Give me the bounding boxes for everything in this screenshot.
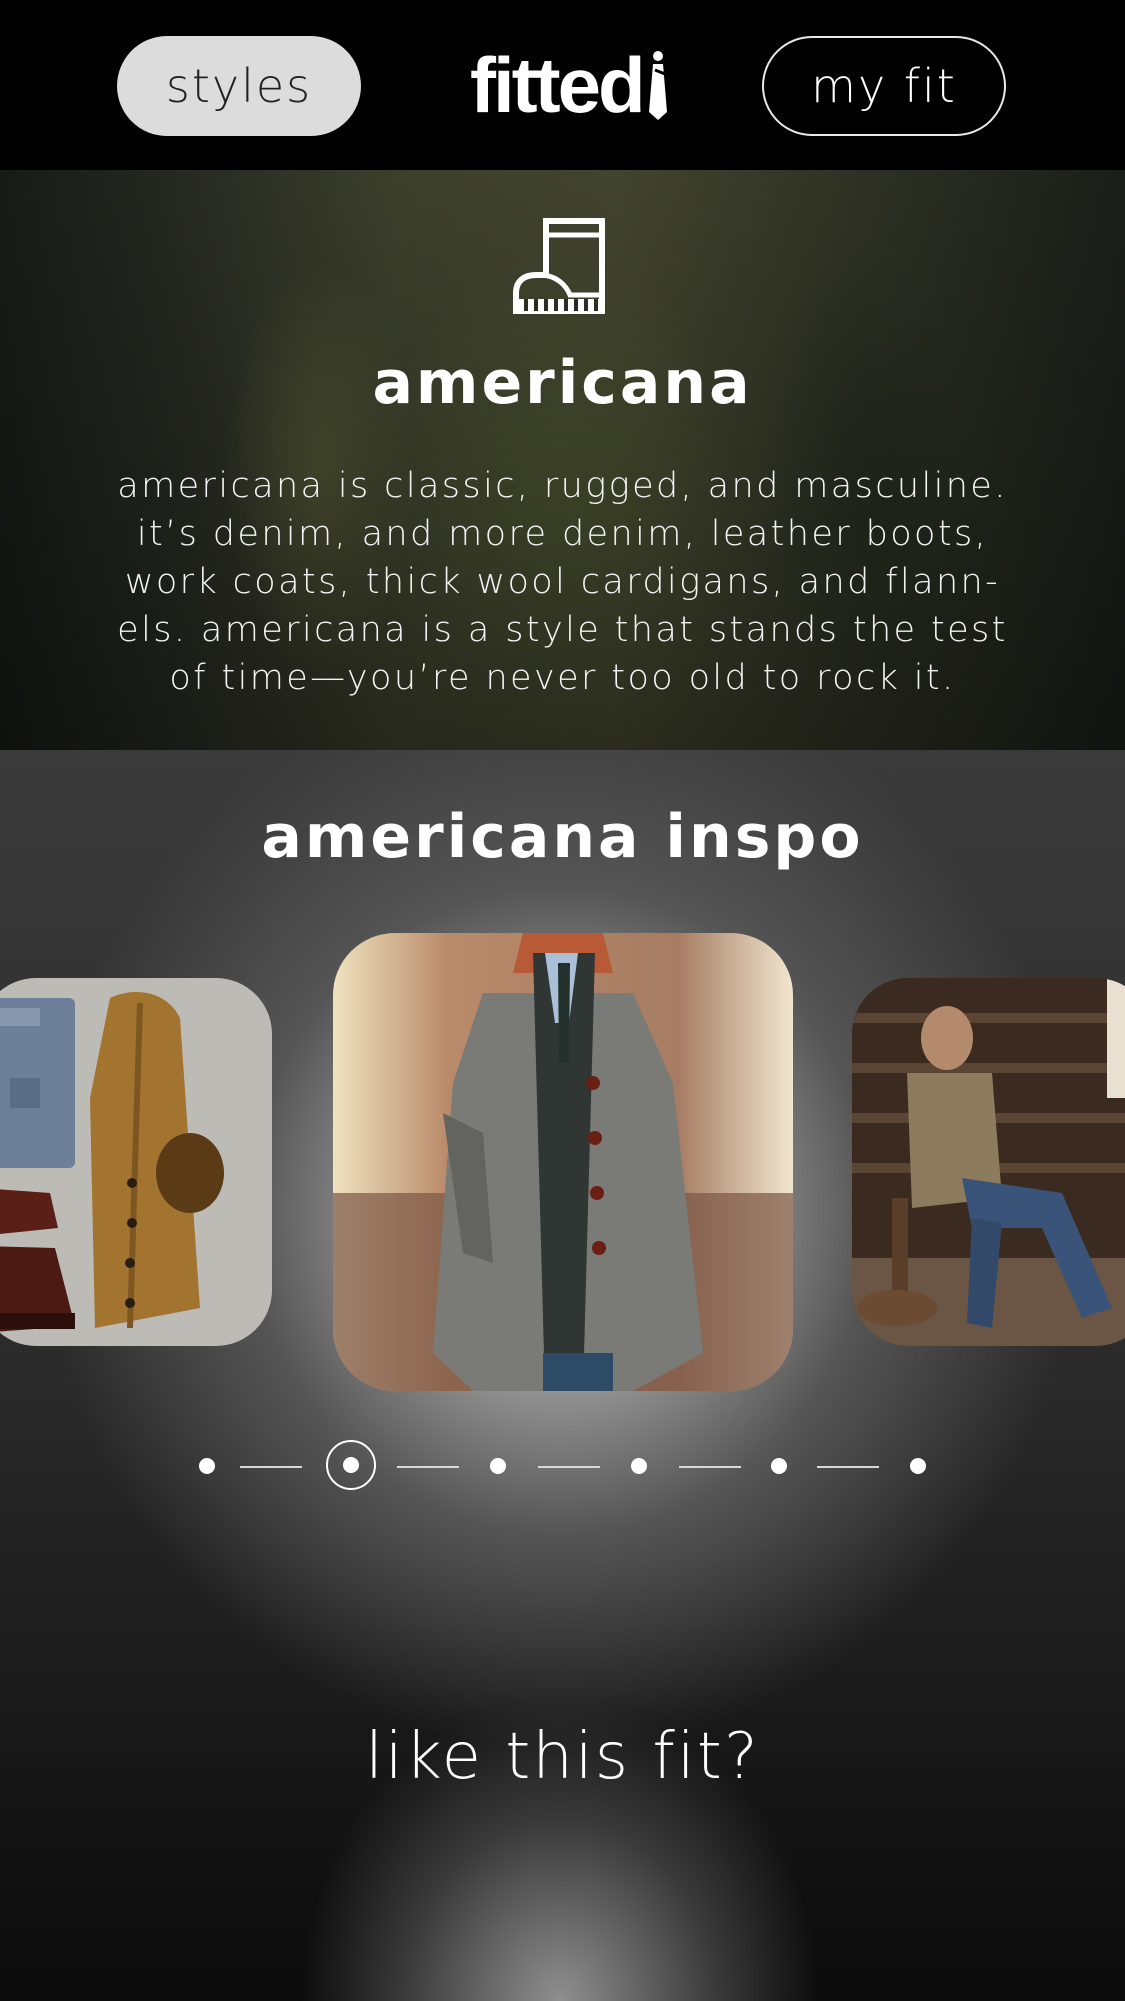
flat-lay-image [0,978,272,1346]
inspo-section: americana inspo like this fit? [0,750,1125,2001]
top-bar: styles fitted my fit [0,0,1125,170]
pager-connector [679,1466,741,1468]
seated-man-image [852,978,1125,1346]
inspo-card-flat-lay[interactable] [0,978,272,1346]
pager-connector [817,1466,879,1468]
like-fit-prompt[interactable]: like this fit? [0,1720,1125,1794]
carousel-pager [190,1436,940,1496]
pager-connector [397,1466,459,1468]
pager-connector [538,1466,600,1468]
pager-dot-4[interactable] [631,1458,647,1474]
pager-dot-6[interactable] [910,1458,926,1474]
inspo-card-seated[interactable] [852,978,1125,1346]
pager-dot-5[interactable] [771,1458,787,1474]
fitted-logo: fitted [470,40,671,130]
styles-button[interactable]: styles [117,36,361,136]
style-hero: americana americana is classic, rugged, … [0,170,1125,750]
my-fit-button[interactable]: my fit [762,36,1006,136]
pager-connector [240,1466,302,1468]
pager-dot-1[interactable] [199,1458,215,1474]
inspo-title: americana inspo [261,802,864,872]
pager-dot-2-active[interactable] [326,1440,376,1490]
tie-logo-icon [648,51,667,120]
boot-icon [513,218,605,314]
pager-dot-3[interactable] [490,1458,506,1474]
logo-text: fitted [470,40,646,129]
inspo-card-overcoat[interactable] [333,933,793,1391]
overcoat-image [333,933,793,1391]
style-description: americana is classic, rugged, and mascul… [117,466,1008,698]
style-title: americana [372,348,753,418]
